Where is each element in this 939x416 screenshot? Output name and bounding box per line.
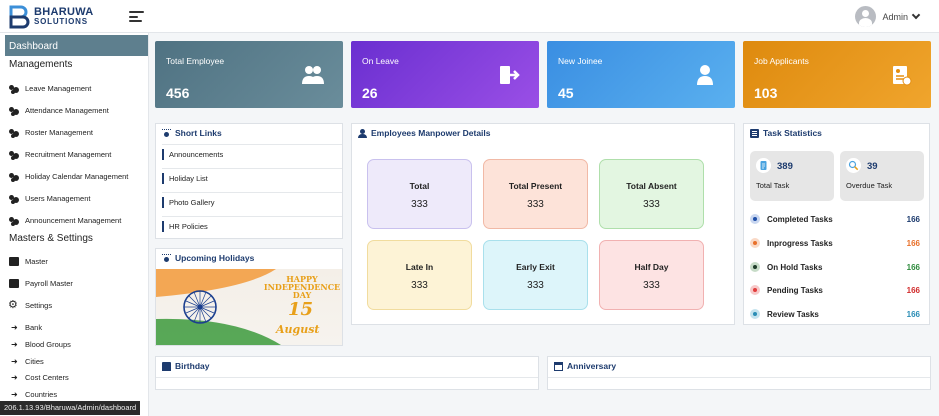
user-name: Admin (882, 11, 908, 22)
list-icon (750, 128, 759, 138)
users-icon (9, 194, 19, 203)
status-dot-icon (750, 214, 760, 224)
brand-name: BHARUWA (34, 6, 94, 18)
brand-logo[interactable]: BHARUWA SOLUTIONS (9, 4, 94, 30)
sidebar-item-users-management[interactable]: Users Management (9, 194, 90, 203)
anniversary-title: Anniversary (567, 361, 617, 371)
stat-card-job-applicants[interactable]: Job Applicants 103 (743, 41, 931, 108)
task-row-review[interactable]: Review Tasks 166 (750, 308, 920, 320)
task-statistics-title: Task Statistics (763, 128, 822, 138)
brand-tagline: SOLUTIONS (34, 17, 88, 26)
status-url-tooltip: 206.1.13.93/Bharuwa/Admin/dashboard (0, 401, 141, 415)
status-dot-icon (750, 238, 760, 248)
logo-mark-icon (9, 5, 30, 29)
manpower-early-exit[interactable]: Early Exit 333 (483, 240, 588, 310)
total-task-card[interactable]: 389 Total Task (750, 151, 834, 201)
sidebar-item-holiday-calendar-management[interactable]: Holiday Calendar Management (9, 172, 128, 181)
manpower-total-present[interactable]: Total Present 333 (483, 159, 588, 229)
resume-icon (893, 66, 912, 86)
birthday-title: Birthday (175, 361, 210, 371)
short-links-panel: Short Links Announcements Holiday List P… (155, 123, 343, 239)
manpower-title: Employees Manpower Details (371, 128, 491, 138)
task-statistics-panel: Task Statistics 389 Total Task 39 Overdu… (743, 123, 930, 325)
users-icon (302, 66, 324, 84)
birthday-panel: Birthday (155, 356, 539, 390)
sidebar-item-attendance-management[interactable]: Attendance Management (9, 106, 109, 115)
sidebar-item-recruitment-management[interactable]: Recruitment Management (9, 150, 111, 159)
banner-date-month: August (276, 323, 320, 336)
sidebar-subitem-blood-groups[interactable]: ➜ Blood Groups (11, 340, 71, 349)
sidebar-subitem-cost-centers[interactable]: ➜ Cost Centers (11, 373, 69, 382)
folder-icon (9, 257, 19, 266)
stat-card-total-employee[interactable]: Total Employee 456 (155, 41, 343, 108)
top-bar: BHARUWA SOLUTIONS Admin (0, 0, 939, 33)
sidebar-item-roster-management[interactable]: Roster Management (9, 128, 93, 137)
avatar (855, 6, 877, 27)
arrow-right-icon: ➜ (11, 323, 18, 332)
anniversary-panel: Anniversary (547, 356, 931, 390)
sidebar-item-payroll-master[interactable]: Payroll Master (9, 279, 73, 288)
users-icon (9, 150, 19, 159)
sidebar-subitem-bank[interactable]: ➜ Bank (11, 323, 42, 332)
sun-icon (162, 128, 171, 138)
upcoming-holidays-panel: Upcoming Holidays HAPPY INDEPENDENCE DAY… (155, 248, 343, 346)
sidebar-item-leave-management[interactable]: Leave Management (9, 84, 91, 93)
calendar-icon (554, 361, 563, 371)
sidebar-item-master[interactable]: Master (9, 257, 48, 266)
masters-settings-heading: Masters & Settings (9, 233, 93, 244)
manpower-total[interactable]: Total 333 (367, 159, 472, 229)
banner-day: DAY (292, 290, 312, 300)
arrow-right-icon: ➜ (11, 357, 18, 366)
manpower-late-in[interactable]: Late In 333 (367, 240, 472, 310)
independence-day-banner[interactable]: HAPPY INDEPENDENCE DAY 15 August (156, 269, 342, 345)
short-link-holiday-list[interactable]: Holiday List (162, 168, 342, 188)
users-icon (9, 128, 19, 137)
sun-icon (162, 253, 171, 263)
status-dot-icon (750, 262, 760, 272)
exit-door-icon (500, 66, 520, 84)
task-row-inprogress[interactable]: Inprogress Tasks 166 (750, 237, 920, 249)
sidebar-item-dashboard[interactable]: Dashboard (5, 35, 148, 56)
short-link-photo-gallery[interactable]: Photo Gallery (162, 192, 342, 212)
sidebar-item-settings[interactable]: Settings (8, 298, 52, 311)
task-row-on-hold[interactable]: On Hold Tasks 166 (750, 261, 920, 273)
stat-card-on-leave[interactable]: On Leave 26 (351, 41, 539, 108)
sidebar-item-announcement-management[interactable]: Announcement Management (9, 216, 121, 225)
manpower-half-day[interactable]: Half Day 333 (599, 240, 704, 310)
sidebar-subitem-cities[interactable]: ➜ Cities (11, 357, 44, 366)
banner-date-number: 15 (288, 299, 314, 320)
short-links-title: Short Links (175, 128, 222, 138)
users-icon (9, 106, 19, 115)
short-link-hr-policies[interactable]: HR Policies (162, 216, 342, 236)
arrow-right-icon: ➜ (11, 390, 18, 399)
status-dot-icon (750, 285, 760, 295)
sidebar-subitem-countries[interactable]: ➜ Countries (11, 390, 57, 399)
user-icon (697, 65, 713, 85)
status-dot-icon (750, 309, 760, 319)
chevron-down-icon (911, 10, 921, 20)
manpower-panel: Employees Manpower Details Total 333 Tota… (351, 123, 735, 325)
menu-toggle-icon[interactable] (129, 11, 144, 22)
stat-card-new-joinee[interactable]: New Joinee 45 (547, 41, 735, 108)
task-row-pending[interactable]: Pending Tasks 166 (750, 284, 920, 296)
cake-icon (162, 361, 171, 371)
search-task-icon (846, 158, 861, 173)
users-icon (9, 172, 19, 181)
manpower-total-absent[interactable]: Total Absent 333 (599, 159, 704, 229)
user-menu[interactable]: Admin (855, 6, 921, 27)
arrow-right-icon: ➜ (11, 373, 18, 382)
overdue-task-card[interactable]: 39 Overdue Task (840, 151, 924, 201)
sidebar: Dashboard Managements Leave Management A… (0, 33, 149, 416)
managements-heading: Managements (9, 59, 73, 70)
folder-icon (9, 279, 19, 288)
clipboard-icon (756, 158, 771, 173)
task-row-completed[interactable]: Completed Tasks 166 (750, 213, 920, 225)
gear-icon (8, 298, 19, 311)
upcoming-holidays-title: Upcoming Holidays (175, 253, 255, 263)
users-icon (9, 216, 19, 225)
person-icon (358, 128, 367, 138)
short-link-announcements[interactable]: Announcements (162, 144, 342, 164)
arrow-right-icon: ➜ (11, 340, 18, 349)
users-icon (9, 84, 19, 93)
